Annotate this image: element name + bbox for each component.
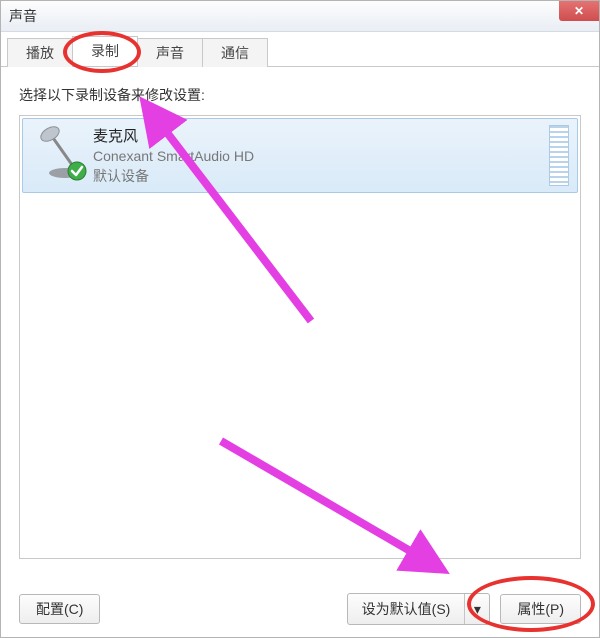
device-text: 麦克风 Conexant SmartAudio HD 默认设备 (87, 125, 543, 186)
device-list[interactable]: 麦克风 Conexant SmartAudio HD 默认设备 (19, 115, 581, 559)
tab-strip: 播放 录制 声音 通信 (1, 40, 599, 67)
close-button[interactable]: ✕ (559, 1, 599, 21)
properties-button[interactable]: 属性(P) (500, 594, 581, 624)
set-default-dropdown[interactable]: ▾ (464, 594, 489, 624)
tab-sounds[interactable]: 声音 (137, 38, 203, 67)
configure-button[interactable]: 配置(C) (19, 594, 100, 624)
level-meter (549, 125, 569, 186)
instruction-text: 选择以下录制设备来修改设置: (19, 85, 581, 105)
device-driver: Conexant SmartAudio HD (93, 148, 543, 164)
tab-content: 选择以下录制设备来修改设置: 麦克风 (1, 67, 599, 559)
window-title: 声音 (9, 6, 37, 26)
set-default-button[interactable]: 设为默认值(S) ▾ (347, 593, 491, 625)
device-item-microphone[interactable]: 麦克风 Conexant SmartAudio HD 默认设备 (22, 118, 578, 193)
chevron-down-icon: ▾ (474, 601, 481, 618)
microphone-icon (31, 125, 87, 181)
device-name: 麦克风 (93, 125, 543, 146)
tab-playback[interactable]: 播放 (7, 38, 73, 67)
title-bar: 声音 ✕ (1, 1, 599, 32)
close-icon: ✕ (574, 5, 584, 17)
bottom-bar: 配置(C) 设为默认值(S) ▾ 属性(P) (1, 593, 599, 625)
tab-recording[interactable]: 录制 (72, 36, 138, 66)
tab-communications[interactable]: 通信 (202, 38, 268, 67)
set-default-label: 设为默认值(S) (348, 594, 465, 624)
device-status: 默认设备 (93, 166, 543, 186)
sound-dialog: 声音 ✕ 播放 录制 声音 通信 选择以下录制设备来修改设置: (0, 0, 600, 638)
